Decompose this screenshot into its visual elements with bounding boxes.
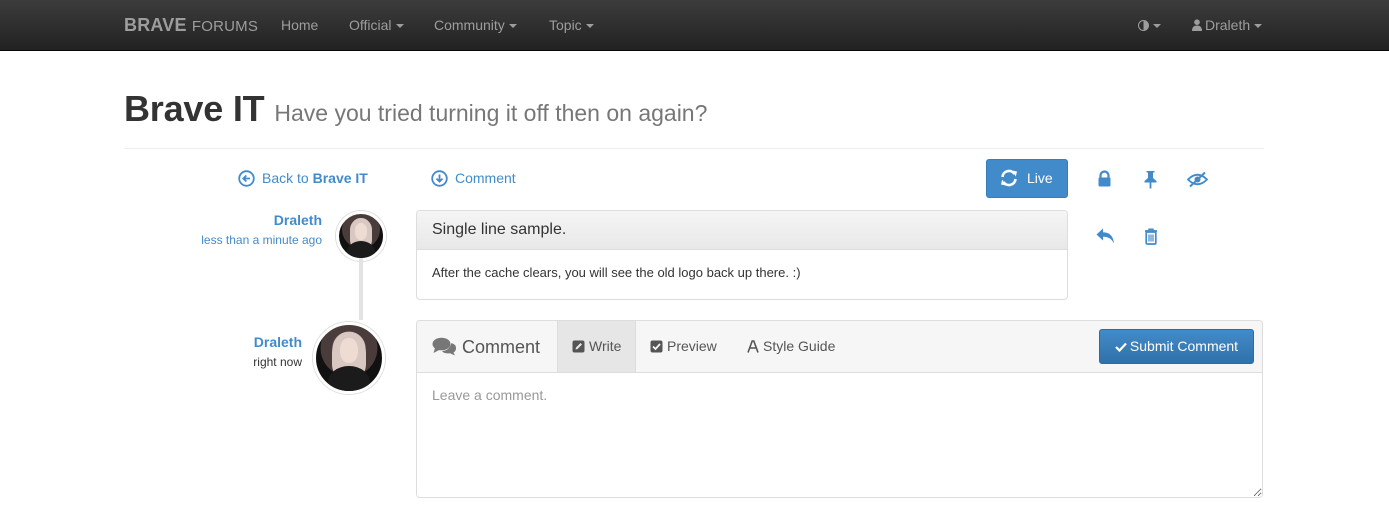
pin-icon[interactable] [1143,170,1158,189]
thread-connector [359,258,363,320]
post-title: Single line sample. [417,211,1067,250]
back-link-target: Brave IT [312,170,368,186]
post-author-name[interactable]: Draleth [201,212,322,228]
live-button-label: Live [1027,170,1053,186]
jump-to-comment-link[interactable]: Comment [431,170,516,187]
check-icon [1115,342,1127,353]
composer-author-info: Draleth right now [253,334,302,369]
refresh-icon [1001,169,1017,187]
submit-comment-button[interactable]: Submit Comment [1099,329,1254,364]
comment-composer: Comment Write Preview Style Guide Submit… [416,320,1263,498]
trash-icon[interactable] [1144,228,1158,245]
nav-home-label: Home [281,17,319,33]
user-icon [1192,19,1202,31]
tab-style-guide-label: Style Guide [763,338,836,354]
theme-toggle-dropdown[interactable] [1138,17,1161,33]
user-name: Draleth [1205,17,1251,33]
submit-comment-label: Submit Comment [1129,338,1239,354]
arrow-circle-left-icon [238,170,255,187]
back-to-forum-link[interactable]: Back to Brave IT [238,170,368,187]
top-navbar: BRAVE FORUMS Home Official Community Top… [0,0,1389,51]
post-panel: Single line sample. After the cache clea… [416,210,1068,300]
caret-down-icon [1254,24,1263,29]
avatar[interactable] [313,322,385,394]
caret-down-icon [395,24,404,29]
contrast-icon [1138,20,1149,31]
nav-home[interactable]: Home [281,17,318,33]
composer-timestamp: right now [253,355,302,369]
nav-community-label: Community [434,17,505,33]
font-icon [747,340,759,353]
caret-down-icon [508,24,517,29]
check-square-icon [650,340,663,353]
brand-logo[interactable]: BRAVE FORUMS [124,15,258,37]
back-link-prefix: Back to [262,170,309,186]
caret-down-icon [1153,24,1161,29]
arrow-circle-down-icon [431,170,448,187]
brand-suffix: FORUMS [191,18,259,35]
tab-preview-label: Preview [667,338,717,354]
nav-official-label: Official [349,17,392,33]
nav-official-dropdown[interactable]: Official [349,17,404,33]
page-title: Brave IT [124,88,265,129]
lock-icon[interactable] [1097,170,1112,187]
comment-link-label: Comment [455,170,516,186]
composer-author-name[interactable]: Draleth [253,334,302,350]
tab-write[interactable]: Write [557,321,637,372]
page-header: Brave IT Have you tried turning it off t… [124,88,707,130]
page-subtitle: Have you tried turning it off then on ag… [274,100,708,126]
post-author-info: Draleth less than a minute ago [201,212,322,247]
tab-write-label: Write [589,338,622,354]
nav-community-dropdown[interactable]: Community [434,17,517,33]
comments-icon [432,337,457,356]
avatar[interactable] [336,211,386,261]
eye-slash-icon[interactable] [1187,171,1208,188]
composer-header-label: Comment [462,337,541,357]
post-body: After the cache clears, you will see the… [432,265,801,280]
composer-header: Comment [432,337,540,358]
comment-textarea[interactable] [417,373,1262,497]
brand-name: BRAVE [124,15,187,35]
tab-style-guide[interactable]: Style Guide [733,321,849,372]
avatar-face [339,338,359,364]
user-menu-dropdown[interactable]: Draleth [1192,17,1263,33]
avatar-body [327,365,371,391]
live-toggle-button[interactable]: Live [986,159,1068,198]
post-timestamp[interactable]: less than a minute ago [201,233,322,247]
avatar-face [354,222,368,240]
reply-icon[interactable] [1095,227,1116,245]
nav-topic-dropdown[interactable]: Topic [549,17,594,33]
caret-down-icon [585,24,594,29]
pencil-square-icon [572,340,585,353]
nav-topic-label: Topic [549,17,582,33]
composer-tabs: Comment Write Preview Style Guide Submit… [417,321,1262,373]
tab-preview[interactable]: Preview [636,321,731,372]
header-divider [124,148,1264,149]
